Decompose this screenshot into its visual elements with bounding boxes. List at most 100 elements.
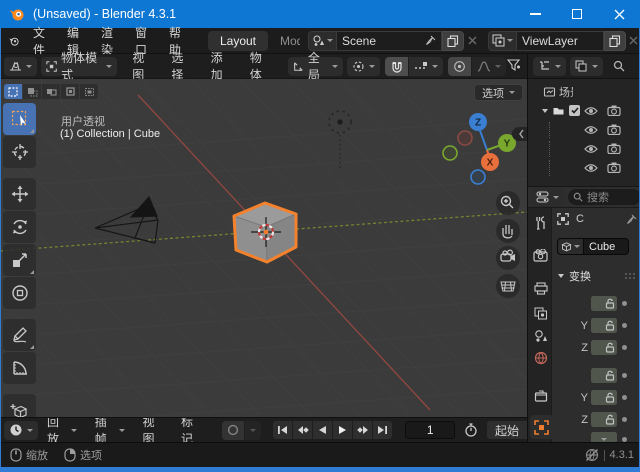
auto-keying-dropdown[interactable] — [245, 421, 261, 440]
expand-chevron-icon[interactable] — [542, 109, 548, 113]
hide-eye-icon[interactable] — [584, 144, 598, 154]
select-box-tool[interactable] — [3, 103, 36, 135]
proportional-editing-toggle[interactable] — [448, 57, 471, 76]
snap-target-dropdown[interactable] — [409, 57, 443, 76]
render-camera-icon[interactable] — [607, 162, 621, 173]
transform-tool[interactable] — [3, 277, 36, 309]
add-cube-tool[interactable] — [3, 394, 36, 417]
camera-view-button[interactable] — [496, 246, 520, 270]
neg-z-ball[interactable] — [471, 170, 485, 184]
menu-select[interactable]: 选择 — [162, 49, 201, 83]
jump-to-start-button[interactable] — [273, 421, 292, 439]
mode-dropdown[interactable]: 物体模式 — [41, 57, 117, 76]
scene-browse-button[interactable] — [308, 31, 336, 51]
scene-new-button[interactable] — [442, 31, 464, 51]
menu-object[interactable]: 物体 — [241, 49, 280, 83]
play-reverse-button[interactable] — [313, 421, 332, 439]
hide-eye-icon[interactable] — [584, 163, 598, 173]
frame-start-field[interactable]: 起始 — [487, 421, 527, 439]
network-offline-icon[interactable] — [585, 448, 599, 462]
animate-dot[interactable] — [622, 417, 627, 422]
pin-icon[interactable] — [425, 35, 436, 46]
tab-object[interactable] — [530, 415, 552, 439]
annotate-tool[interactable] — [3, 319, 36, 351]
menu-add[interactable]: 添加 — [202, 49, 241, 83]
auto-keying-toggle[interactable] — [222, 421, 244, 440]
animate-dot[interactable] — [622, 301, 627, 306]
location-y-field[interactable] — [591, 318, 617, 333]
unlock-icon[interactable] — [605, 298, 615, 309]
pin-icon[interactable] — [626, 214, 637, 225]
outliner-display-mode-button[interactable] — [570, 57, 603, 76]
close-button[interactable] — [598, 0, 640, 28]
object-row-camera[interactable] — [528, 120, 640, 139]
rotation-y-field[interactable] — [591, 390, 617, 405]
drag-dots-icon[interactable] — [624, 272, 636, 280]
orthographic-toggle-button[interactable] — [496, 274, 520, 298]
axis-gizmo[interactable]: Z Y X — [443, 113, 516, 184]
pivot-point-dropdown[interactable] — [347, 57, 380, 76]
hide-eye-icon[interactable] — [584, 125, 598, 135]
transform-panel-header[interactable]: 变换 — [558, 268, 636, 284]
unlock-icon[interactable] — [605, 342, 615, 353]
rotation-z-field[interactable] — [591, 412, 617, 427]
properties-search-field[interactable]: 搜索 — [568, 189, 640, 205]
tab-render[interactable] — [532, 247, 549, 264]
search-icon[interactable] — [613, 60, 625, 72]
snap-toggle[interactable] — [385, 57, 408, 76]
location-z-field[interactable] — [591, 340, 617, 355]
collection-checkbox[interactable] — [569, 105, 580, 116]
rotation-x-field[interactable] — [591, 368, 617, 383]
3d-viewport[interactable]: Z Y X — [0, 79, 527, 417]
object-name-field[interactable]: Cube — [583, 238, 629, 255]
viewlayer-new-button[interactable] — [604, 31, 626, 51]
scale-tool[interactable] — [3, 244, 36, 276]
menu-timeline-view[interactable]: 视图 — [134, 417, 172, 442]
blender-menu-icon[interactable] — [8, 32, 20, 50]
play-button[interactable] — [333, 421, 352, 439]
animate-dot[interactable] — [622, 373, 627, 378]
scene-unlink-button[interactable] — [464, 36, 480, 45]
editor-type-button[interactable] — [4, 57, 37, 76]
hide-eye-icon[interactable] — [584, 106, 598, 116]
zoom-button[interactable] — [496, 191, 520, 215]
show-gizmo-button[interactable] — [506, 58, 521, 75]
minimize-button[interactable] — [514, 0, 556, 28]
tab-scene[interactable] — [532, 327, 549, 344]
sidebar-collapse-arrow[interactable] — [512, 127, 527, 141]
render-camera-icon[interactable] — [607, 143, 621, 154]
cursor-tool[interactable] — [3, 136, 36, 168]
unlock-icon[interactable] — [605, 392, 615, 403]
tab-world[interactable] — [532, 349, 549, 366]
render-camera-icon[interactable] — [607, 105, 621, 116]
animate-dot[interactable] — [622, 345, 627, 350]
use-preview-range-button[interactable] — [459, 421, 483, 440]
scene-collection-row[interactable]: 场景集合 — [528, 82, 640, 101]
unlock-icon[interactable] — [605, 370, 615, 381]
tab-output[interactable] — [532, 280, 549, 297]
properties-editor-type-button[interactable] — [531, 188, 564, 207]
menu-keying[interactable]: 插帧 — [86, 417, 134, 442]
proportional-falloff-dropdown[interactable] — [472, 57, 506, 76]
scene-name-field[interactable]: Scene — [336, 31, 442, 51]
jump-to-end-button[interactable] — [373, 421, 392, 439]
timeline-editor-type-button[interactable] — [4, 421, 38, 440]
select-extend-button[interactable] — [23, 84, 41, 99]
viewlayer-browse-button[interactable] — [488, 31, 516, 51]
tab-viewlayer[interactable] — [532, 305, 549, 322]
select-invert-button[interactable] — [61, 84, 79, 99]
move-tool[interactable] — [3, 178, 36, 210]
tab-tool[interactable] — [532, 214, 549, 231]
object-row-cube[interactable] — [528, 139, 640, 158]
rotate-tool[interactable] — [3, 211, 36, 243]
collection-row[interactable] — [528, 101, 640, 120]
animate-dot[interactable] — [622, 395, 627, 400]
menu-markers[interactable]: 标记 — [172, 417, 210, 442]
viewlayer-remove-button[interactable] — [626, 36, 640, 45]
object-row-light[interactable] — [528, 158, 640, 177]
current-frame-field[interactable]: 1 — [405, 421, 455, 439]
viewlayer-name-field[interactable]: ViewLayer — [516, 31, 604, 51]
location-x-field[interactable] — [591, 296, 617, 311]
transform-orientation-dropdown[interactable]: 全局 — [288, 57, 343, 76]
select-set-button[interactable] — [4, 84, 22, 99]
